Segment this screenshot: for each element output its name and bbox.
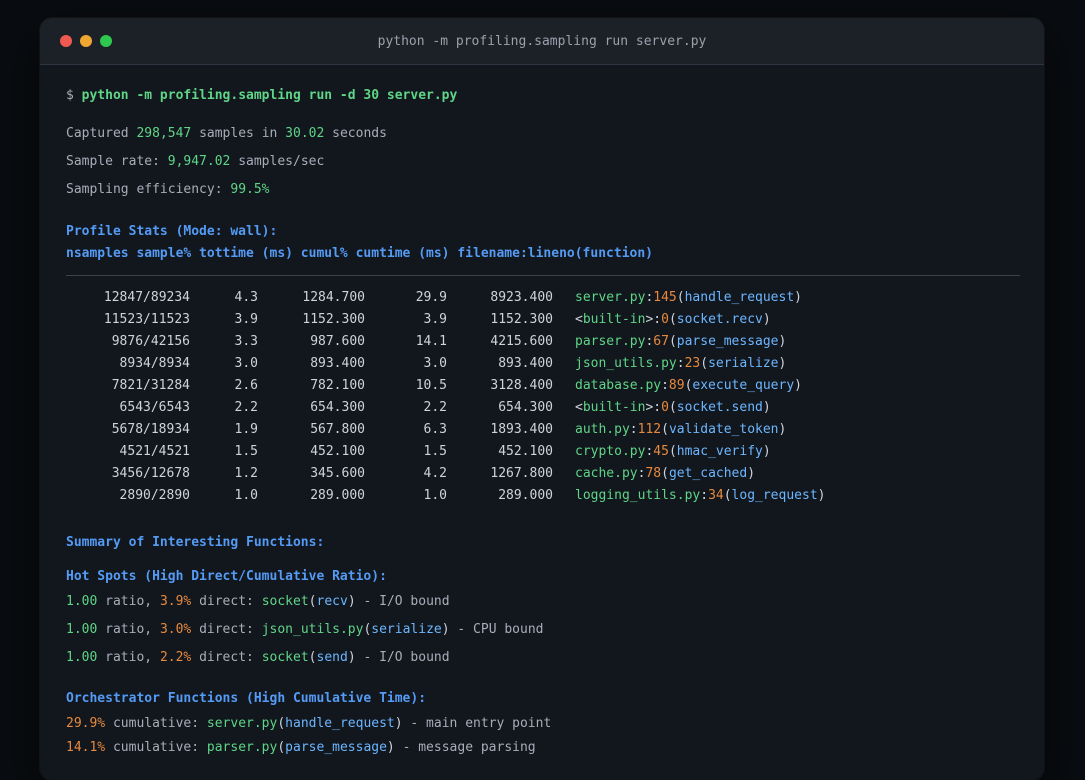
function-cell: json_utils.py:23(serialize)	[575, 356, 787, 371]
function-cell: logging_utils.py:34(log_request)	[575, 488, 826, 503]
title-bar: python -m profiling.sampling run server.…	[40, 18, 1044, 65]
table-cell: 987.600	[310, 334, 365, 349]
table-cell: 345.600	[310, 466, 365, 481]
stats-heading: Profile Stats (Mode: wall):	[66, 224, 278, 239]
table-cell: 5678/18934	[111, 422, 190, 437]
table-cell: 7821/31284	[111, 378, 190, 393]
traffic-lights	[60, 18, 112, 64]
close-button[interactable]	[60, 35, 72, 47]
shell-command: python -m profiling.sampling run -d 30 s…	[81, 88, 458, 103]
info-line: Sampling efficiency: 99.5%	[66, 182, 270, 197]
table-cell: 2.2	[234, 400, 258, 415]
table-row: 5678/18934 1.9 567.800 6.3 1893.400 auth.py:1…	[66, 419, 1044, 441]
table-cell: 29.9	[415, 290, 447, 305]
shell-prompt: $	[66, 88, 82, 103]
summary-heading: Summary of Interesting Functions:	[66, 535, 325, 550]
table-cell: 1152.300	[490, 312, 553, 327]
hot-spots-heading: Hot Spots (High Direct/Cumulative Ratio)…	[66, 569, 387, 584]
table-row: 8934/8934 3.0 893.400 3.0 893.400 json_utils.…	[66, 353, 1044, 375]
hot-spots-list: 1.00 ratio, 3.9% direct: socket(recv) - …	[66, 588, 1044, 672]
table-cell: 4215.600	[490, 334, 553, 349]
table-cell: 12847/89234	[103, 290, 190, 305]
function-cell: server.py:145(handle_request)	[575, 290, 802, 305]
table-cell: 10.5	[415, 378, 447, 393]
table-row: 3456/12678 1.2 345.600 4.2 1267.800 cache.py:…	[66, 463, 1044, 485]
table-cell: 14.1	[415, 334, 447, 349]
table-cell: 452.100	[310, 444, 365, 459]
table-cell: 2890/2890	[119, 488, 190, 503]
table-cell: 1.5	[423, 444, 447, 459]
table-cell: 3.0	[423, 356, 447, 371]
table-row: 4521/4521 1.5 452.100 1.5 452.100 crypto.py:4…	[66, 441, 1044, 463]
table-cell: 8934/8934	[119, 356, 190, 371]
info-line: Captured 298,547 samples in 30.02 second…	[66, 126, 387, 141]
hot-spot-line: 1.00 ratio, 3.9% direct: socket(recv) - …	[66, 594, 450, 609]
orchestrator-line: 14.1% cumulative: parser.py(parse_messag…	[66, 740, 536, 755]
table-cell: 1267.800	[490, 466, 553, 481]
table-cell: 782.100	[310, 378, 365, 393]
table-row: 2890/2890 1.0 289.000 1.0 289.000 logging_uti…	[66, 485, 1044, 507]
table-cell: 567.800	[310, 422, 365, 437]
command-line: $ python -m profiling.sampling run -d 30…	[66, 85, 1044, 107]
table-cell: 6.3	[423, 422, 447, 437]
table-cell: 2.6	[234, 378, 258, 393]
table-cell: 3.3	[234, 334, 258, 349]
table-cell: 2.2	[423, 400, 447, 415]
table-cell: 3.9	[423, 312, 447, 327]
table-row: 9876/42156 3.3 987.600 14.1 4215.600 parser.p…	[66, 331, 1044, 353]
table-cell: 3456/12678	[111, 466, 190, 481]
table-cell: 1.2	[234, 466, 258, 481]
maximize-button[interactable]	[100, 35, 112, 47]
function-cell: <built-in>:0(socket.recv)	[575, 312, 771, 327]
table-cell: 289.000	[310, 488, 365, 503]
table-row: 6543/6543 2.2 654.300 2.2 654.300 <built-in>:…	[66, 397, 1044, 419]
table-cell: 452.100	[498, 444, 553, 459]
orchestrators-heading: Orchestrator Functions (High Cumulative …	[66, 691, 427, 706]
table-cell: 1.0	[234, 488, 258, 503]
stats-table: 12847/89234 4.3 1284.700 29.9 8923.400 server…	[66, 287, 1044, 507]
table-cell: 4521/4521	[119, 444, 190, 459]
table-cell: 1.9	[234, 422, 258, 437]
table-cell: 893.400	[498, 356, 553, 371]
table-cell: 9876/42156	[111, 334, 190, 349]
table-cell: 3.9	[234, 312, 258, 327]
table-cell: 8923.400	[490, 290, 553, 305]
function-cell: database.py:89(execute_query)	[575, 378, 802, 393]
table-cell: 4.3	[234, 290, 258, 305]
hot-spot-line: 1.00 ratio, 2.2% direct: socket(send) - …	[66, 650, 450, 665]
window-title: python -m profiling.sampling run server.…	[377, 33, 707, 49]
table-row: 12847/89234 4.3 1284.700 29.9 8923.400 server…	[66, 287, 1044, 309]
function-cell: auth.py:112(validate_token)	[575, 422, 787, 437]
function-cell: parser.py:67(parse_message)	[575, 334, 787, 349]
table-cell: 6543/6543	[119, 400, 190, 415]
stats-column-header: nsamples sample% tottime (ms) cumul% cum…	[66, 246, 653, 261]
info-line: Sample rate: 9,947.02 samples/sec	[66, 154, 325, 169]
function-cell: crypto.py:45(hmac_verify)	[575, 444, 771, 459]
table-cell: 893.400	[310, 356, 365, 371]
table-cell: 4.2	[423, 466, 447, 481]
table-cell: 654.300	[498, 400, 553, 415]
hot-spot-line: 1.00 ratio, 3.0% direct: json_utils.py(s…	[66, 622, 544, 637]
table-cell: 1893.400	[490, 422, 553, 437]
table-cell: 289.000	[498, 488, 553, 503]
function-cell: <built-in>:0(socket.send)	[575, 400, 771, 415]
stats-divider	[66, 275, 1020, 276]
table-row: 11523/11523 3.9 1152.300 3.9 1152.300 <built-…	[66, 309, 1044, 331]
terminal-output: $ python -m profiling.sampling run -d 30…	[40, 85, 1044, 760]
table-cell: 3128.400	[490, 378, 553, 393]
table-row: 7821/31284 2.6 782.100 10.5 3128.400 database…	[66, 375, 1044, 397]
table-cell: 654.300	[310, 400, 365, 415]
function-cell: cache.py:78(get_cached)	[575, 466, 756, 481]
orchestrators-list: 29.9% cumulative: server.py(handle_reque…	[66, 712, 1044, 760]
orchestrator-line: 29.9% cumulative: server.py(handle_reque…	[66, 716, 552, 731]
capture-info: Captured 298,547 samples in 30.02 second…	[66, 120, 1044, 204]
table-cell: 3.0	[234, 356, 258, 371]
terminal-window: python -m profiling.sampling run server.…	[40, 18, 1044, 780]
minimize-button[interactable]	[80, 35, 92, 47]
table-cell: 1152.300	[302, 312, 365, 327]
table-cell: 1.5	[234, 444, 258, 459]
table-cell: 11523/11523	[103, 312, 190, 327]
table-cell: 1284.700	[302, 290, 365, 305]
table-cell: 1.0	[423, 488, 447, 503]
